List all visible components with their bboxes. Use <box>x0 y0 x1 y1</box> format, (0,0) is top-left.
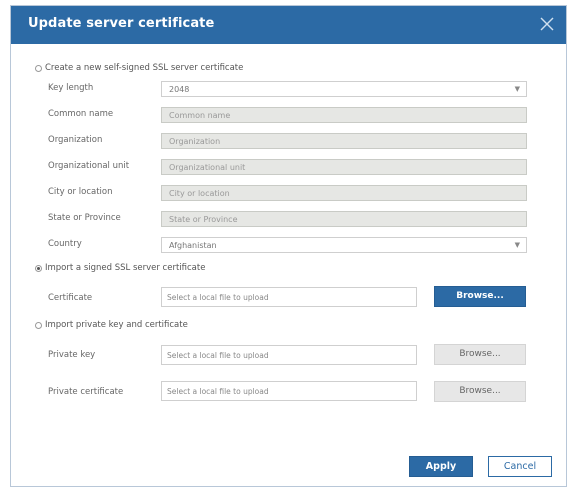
radio-import-key-indicator[interactable] <box>35 321 42 329</box>
close-button[interactable] <box>536 13 558 35</box>
private-certificate-file-input[interactable]: Select a local file to upload <box>161 381 417 401</box>
radio-self-signed-label: Create a new self-signed SSL server cert… <box>45 63 244 73</box>
common-name-label: Common name <box>48 109 114 119</box>
city-input[interactable]: City or location <box>161 185 527 201</box>
close-icon <box>540 17 554 31</box>
org-unit-input[interactable]: Organizational unit <box>161 159 527 175</box>
radio-self-signed[interactable]: Create a new self-signed SSL server cert… <box>35 61 243 75</box>
certificate-file-input[interactable]: Select a local file to upload <box>161 287 417 307</box>
city-label: City or location <box>48 187 113 197</box>
radio-self-signed-indicator[interactable] <box>35 64 42 72</box>
cancel-button[interactable]: Cancel <box>488 456 552 477</box>
radio-import-signed-indicator[interactable] <box>35 264 42 272</box>
common-name-input[interactable]: Common name <box>161 107 527 123</box>
apply-button[interactable]: Apply <box>409 456 473 477</box>
radio-import-signed-label: Import a signed SSL server certificate <box>45 263 206 273</box>
private-key-label: Private key <box>48 350 96 360</box>
dialog-title: Update server certificate <box>28 16 215 31</box>
dialog-titlebar: Update server certificate <box>11 6 566 44</box>
country-value: Afghanistan <box>169 241 217 250</box>
key-length-label: Key length <box>48 83 94 93</box>
radio-import-key[interactable]: Import private key and certificate <box>35 318 188 332</box>
state-label: State or Province <box>48 213 121 223</box>
radio-import-key-label: Import private key and certificate <box>45 320 188 330</box>
organization-label: Organization <box>48 135 103 145</box>
update-certificate-dialog: Update server certificate Create a new s… <box>10 5 567 487</box>
certificate-browse-button[interactable]: Browse... <box>434 286 526 307</box>
chevron-down-icon: ▼ <box>514 85 520 93</box>
private-certificate-browse-button[interactable]: Browse... <box>434 381 526 402</box>
state-input[interactable]: State or Province <box>161 211 527 227</box>
organization-input[interactable]: Organization <box>161 133 527 149</box>
key-length-value: 2048 <box>169 85 190 94</box>
private-certificate-label: Private certificate <box>48 387 124 397</box>
country-select[interactable]: Afghanistan ▼ <box>161 237 527 253</box>
chevron-down-icon: ▼ <box>514 241 520 249</box>
key-length-select[interactable]: 2048 ▼ <box>161 81 527 97</box>
certificate-label: Certificate <box>48 293 93 303</box>
country-label: Country <box>48 239 82 249</box>
private-key-browse-button[interactable]: Browse... <box>434 344 526 365</box>
org-unit-label: Organizational unit <box>48 161 130 171</box>
radio-import-signed[interactable]: Import a signed SSL server certificate <box>35 261 205 275</box>
private-key-file-input[interactable]: Select a local file to upload <box>161 345 417 365</box>
